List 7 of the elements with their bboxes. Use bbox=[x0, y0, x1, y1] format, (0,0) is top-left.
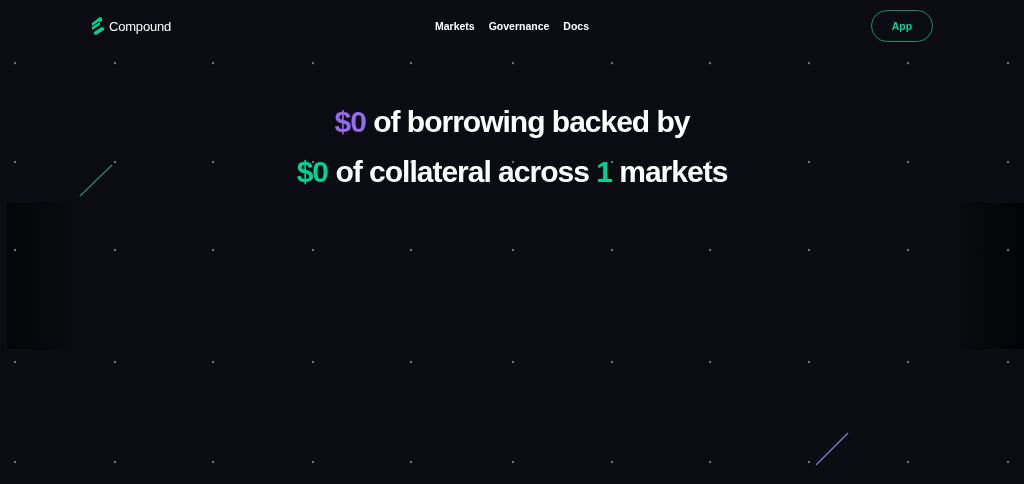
nav-link[interactable]: Docs bbox=[563, 20, 590, 32]
nav-link[interactable]: Markets bbox=[434, 20, 475, 32]
brand-name: Compound bbox=[109, 18, 171, 34]
headline-text: $0 of borrowing backed by bbox=[334, 105, 690, 139]
headline-text: $0 of collateral across 1 markets bbox=[296, 155, 728, 189]
nav-link[interactable]: Governance bbox=[488, 20, 550, 32]
logo-icon bbox=[91, 17, 105, 35]
